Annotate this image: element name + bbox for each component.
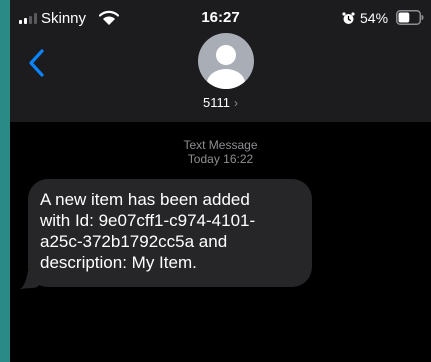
service-label: Text Message [183, 138, 258, 152]
chevron-right-icon: › [234, 96, 238, 110]
message-meta: Text Message Today 16:22 [10, 138, 431, 166]
back-button[interactable] [26, 48, 48, 78]
battery-percentage: 54% [360, 10, 389, 26]
contact-name-button[interactable]: 5111 › [10, 95, 431, 111]
chevron-left-icon [29, 49, 44, 77]
conversation-header: Skinny 16:27 54% 5111 › [10, 0, 431, 122]
contact-avatar[interactable] [198, 33, 254, 89]
person-icon [207, 45, 245, 89]
status-bar: Skinny 16:27 54% [10, 0, 431, 36]
phone-screen: Skinny 16:27 54% 5111 › Text Message Tod… [10, 0, 431, 362]
alarm-icon [342, 12, 355, 24]
incoming-message-bubble[interactable]: A new item has been added with Id: 9e07c… [28, 179, 312, 287]
battery-icon [396, 10, 424, 25]
contact-name: 5111 [203, 95, 230, 110]
message-timestamp: Today 16:22 [187, 152, 254, 166]
message-text: A new item has been added with Id: 9e07c… [40, 190, 256, 272]
